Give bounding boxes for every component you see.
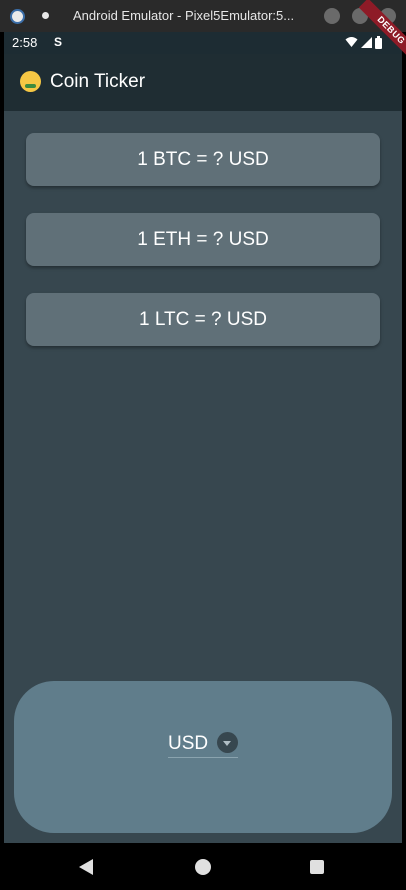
rate-card-ltc: 1 LTC = ? USD — [26, 293, 380, 346]
app-bar: Coin Ticker — [4, 54, 402, 111]
notification-icon: S — [54, 35, 63, 49]
currency-dropdown[interactable]: USD — [168, 730, 238, 758]
currency-picker-panel: USD — [14, 681, 392, 833]
rate-label-btc: 1 BTC = ? USD — [137, 148, 269, 170]
emulator-window-title: Android Emulator - Pixel5Emulator:5... — [73, 8, 295, 23]
rate-label-eth: 1 ETH = ? USD — [137, 228, 269, 250]
battery-icon — [375, 36, 382, 49]
emulator-app-icon — [10, 9, 25, 24]
wifi-icon — [345, 37, 358, 47]
rate-card-eth: 1 ETH = ? USD — [26, 213, 380, 266]
navigation-bar — [4, 843, 402, 890]
emulator-status-dot-icon — [42, 12, 49, 19]
status-bar: 2:58 S — [4, 32, 402, 54]
cellular-signal-icon — [361, 37, 372, 48]
app-title: Coin Ticker — [50, 71, 146, 92]
main-content: 1 BTC = ? USD 1 ETH = ? USD 1 LTC = ? US… — [4, 111, 402, 843]
recents-button[interactable] — [310, 860, 324, 874]
rate-card-btc: 1 BTC = ? USD — [26, 133, 380, 186]
status-time: 2:58 — [12, 35, 38, 50]
rate-label-ltc: 1 LTC = ? USD — [139, 308, 267, 330]
selected-currency: USD — [168, 732, 209, 754]
status-icons — [345, 36, 382, 49]
money-mouth-face-icon — [20, 71, 41, 92]
window-minimize-button[interactable] — [324, 8, 340, 24]
dropdown-arrow-icon[interactable] — [217, 732, 238, 753]
back-button[interactable] — [79, 859, 93, 875]
emulator-title-bar: Android Emulator - Pixel5Emulator:5... — [0, 0, 406, 32]
home-button[interactable] — [195, 859, 211, 875]
